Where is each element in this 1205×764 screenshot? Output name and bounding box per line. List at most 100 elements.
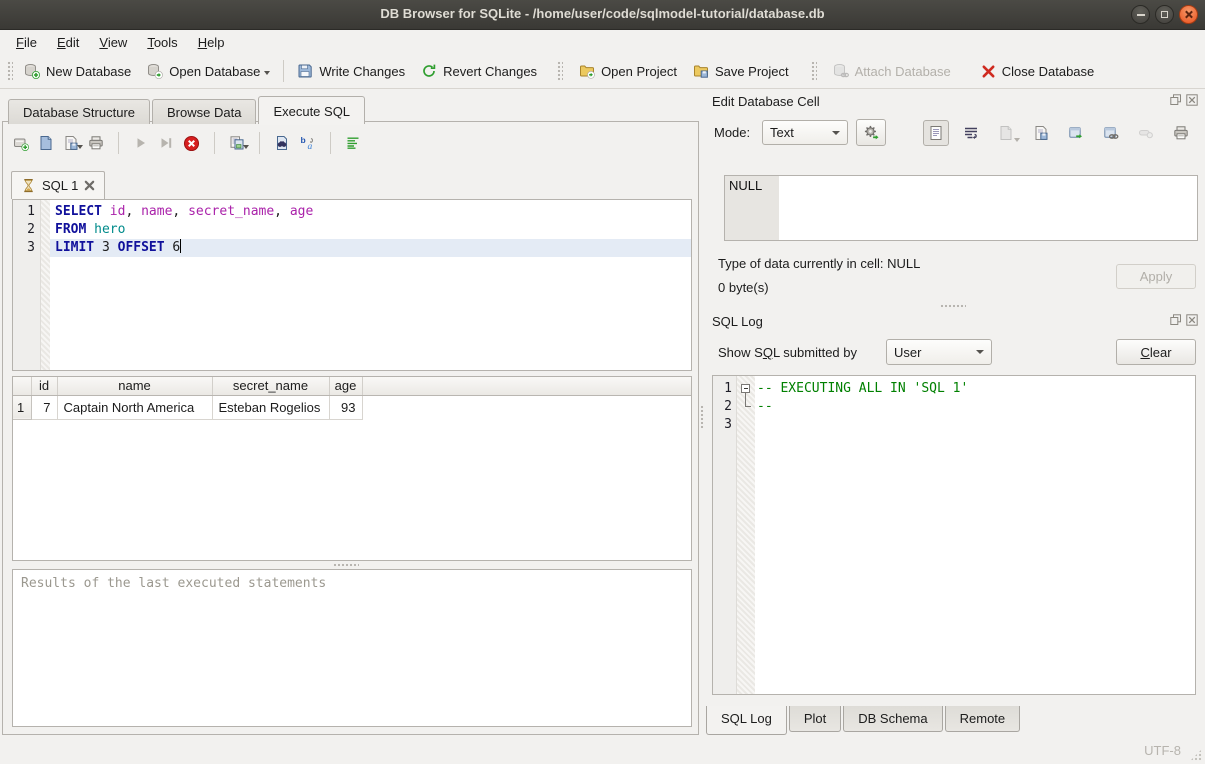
close-database-button[interactable]: Close Database — [973, 59, 1103, 84]
tab-sql-log[interactable]: SQL Log — [706, 706, 787, 735]
copy-link-button[interactable] — [1098, 120, 1124, 146]
results-message-box[interactable]: Results of the last executed statements — [12, 569, 692, 727]
svg-text:b: b — [301, 135, 306, 145]
cell-name[interactable]: Captain North America — [57, 395, 212, 419]
write-changes-button[interactable]: Write Changes — [289, 58, 413, 84]
resize-grip[interactable] — [1190, 749, 1202, 761]
close-sql-tab-icon[interactable] — [84, 180, 95, 191]
tab-database-structure[interactable]: Database Structure — [8, 99, 150, 124]
menu-tools[interactable]: Tools — [137, 32, 187, 53]
fold-connector — [745, 393, 751, 407]
panel-splitter-handle[interactable] — [940, 304, 966, 309]
gear-icon — [863, 124, 880, 141]
text-mode-button[interactable] — [923, 120, 949, 146]
menu-view[interactable]: View — [89, 32, 137, 53]
menu-help[interactable]: Help — [188, 32, 235, 53]
clear-log-button[interactable]: Clear — [1116, 339, 1196, 365]
save-sql-dropdown-icon[interactable] — [77, 145, 83, 149]
open-query-dropdown-icon[interactable] — [243, 145, 249, 149]
open-query-in-tab-icon[interactable] — [229, 135, 245, 151]
menu-file[interactable]: File — [6, 32, 47, 53]
revert-changes-button[interactable]: Revert Changes — [413, 58, 545, 84]
auto-switch-mode-button[interactable] — [856, 119, 886, 146]
header-filler — [362, 377, 691, 395]
cell-secret-name[interactable]: Esteban Rogelios — [212, 395, 329, 419]
stop-execution-icon[interactable] — [183, 135, 200, 152]
column-header-secret-name[interactable]: secret_name — [212, 377, 329, 395]
editor-line-numbers: 1 2 3 — [13, 200, 41, 370]
export-cell-data-button[interactable] — [1028, 120, 1054, 146]
right-panel: Edit Database Cell Mode: Text NULL — [706, 94, 1200, 736]
toolbar-drag-handle[interactable] — [557, 61, 563, 81]
horizontal-splitter-handle[interactable] — [333, 563, 359, 568]
open-in-external-app-button[interactable] — [1063, 120, 1089, 146]
set-null-button — [1133, 120, 1159, 146]
float-panel-icon[interactable] — [1170, 94, 1182, 106]
editor-code-area[interactable]: SELECT id, name, secret_name, age FROM h… — [50, 200, 691, 370]
print-sql-icon[interactable] — [88, 135, 104, 151]
print-cell-button[interactable] — [1168, 120, 1194, 146]
attach-database-icon — [833, 63, 849, 79]
bottom-tab-bar: SQL Log Plot DB Schema Remote — [706, 706, 1022, 735]
open-project-button[interactable]: Open Project — [571, 58, 685, 84]
toolbar-drag-handle[interactable] — [811, 61, 817, 81]
open-database-button[interactable]: Open Database — [139, 58, 278, 84]
sql-code-editor[interactable]: 1 2 3 SELECT id, name, secret_name, age … — [12, 199, 692, 371]
menu-edit[interactable]: Edit — [47, 32, 89, 53]
table-row[interactable]: 1 7 Captain North America Esteban Rogeli… — [13, 395, 691, 419]
tab-browse-data[interactable]: Browse Data — [152, 99, 256, 124]
log-filter-combobox[interactable]: User — [886, 339, 992, 365]
code-line-1: SELECT id, name, secret_name, age — [50, 203, 691, 221]
new-database-button[interactable]: New Database — [16, 58, 139, 84]
row-number-cell: 1 — [13, 395, 31, 419]
find-icon[interactable] — [274, 135, 290, 151]
close-panel-icon[interactable] — [1186, 94, 1198, 106]
replace-icon[interactable]: ba — [299, 135, 316, 151]
open-sql-tab-icon[interactable] — [13, 135, 29, 151]
log-filter-value: User — [894, 345, 921, 360]
column-header-id[interactable]: id — [31, 377, 57, 395]
window-title: DB Browser for SQLite - /home/user/code/… — [0, 6, 1205, 21]
column-header-age[interactable]: age — [329, 377, 362, 395]
tab-remote[interactable]: Remote — [945, 706, 1021, 732]
close-panel-icon[interactable] — [1186, 314, 1198, 326]
text-cursor — [180, 239, 181, 253]
write-changes-icon — [297, 63, 313, 79]
float-panel-icon[interactable] — [1170, 314, 1182, 326]
log-fold-margin[interactable] — [737, 376, 755, 694]
close-button[interactable] — [1179, 5, 1198, 24]
main-tab-bar: Database Structure Browse Data Execute S… — [8, 96, 367, 124]
open-database-dropdown-icon[interactable] — [264, 71, 270, 75]
tab-db-schema[interactable]: DB Schema — [843, 706, 942, 732]
cell-null-indicator: NULL — [725, 176, 779, 240]
open-sql-file-icon[interactable] — [38, 135, 54, 151]
toolbar-drag-handle[interactable] — [7, 61, 13, 81]
minimize-button[interactable] — [1131, 5, 1150, 24]
open-project-icon — [579, 63, 595, 79]
tab-plot[interactable]: Plot — [789, 706, 841, 732]
cell-editor-textarea[interactable]: NULL — [724, 175, 1198, 241]
cell-id[interactable]: 7 — [31, 395, 57, 419]
vertical-splitter-handle[interactable] — [700, 405, 704, 429]
close-database-icon — [981, 64, 996, 79]
tab-execute-sql[interactable]: Execute SQL — [258, 96, 365, 124]
save-sql-file-icon[interactable] — [63, 135, 79, 151]
code-line-2: FROM hero — [50, 221, 691, 239]
column-header-name[interactable]: name — [57, 377, 212, 395]
encoding-indicator[interactable]: UTF-8 — [1144, 743, 1181, 758]
results-header-row: id name secret_name age — [13, 377, 691, 395]
sql-log-view[interactable]: 1 2 3 -- EXECUTING ALL IN 'SQL 1' -- — [712, 375, 1196, 695]
fold-collapse-icon[interactable] — [741, 384, 750, 393]
maximize-icon — [1161, 11, 1168, 18]
results-grid[interactable]: id name secret_name age 1 7 Captain Nort… — [12, 376, 692, 561]
maximize-button[interactable] — [1155, 5, 1174, 24]
minimize-icon — [1137, 14, 1145, 16]
format-sql-icon[interactable] — [345, 135, 361, 151]
cell-age[interactable]: 93 — [329, 395, 362, 419]
save-project-button[interactable]: Save Project — [685, 58, 797, 84]
sql-editor-tab[interactable]: SQL 1 — [11, 171, 105, 199]
mode-value: Text — [770, 125, 794, 140]
cell-edit-area[interactable] — [779, 176, 1197, 240]
word-wrap-button[interactable] — [958, 120, 984, 146]
mode-combobox[interactable]: Text — [762, 120, 848, 145]
